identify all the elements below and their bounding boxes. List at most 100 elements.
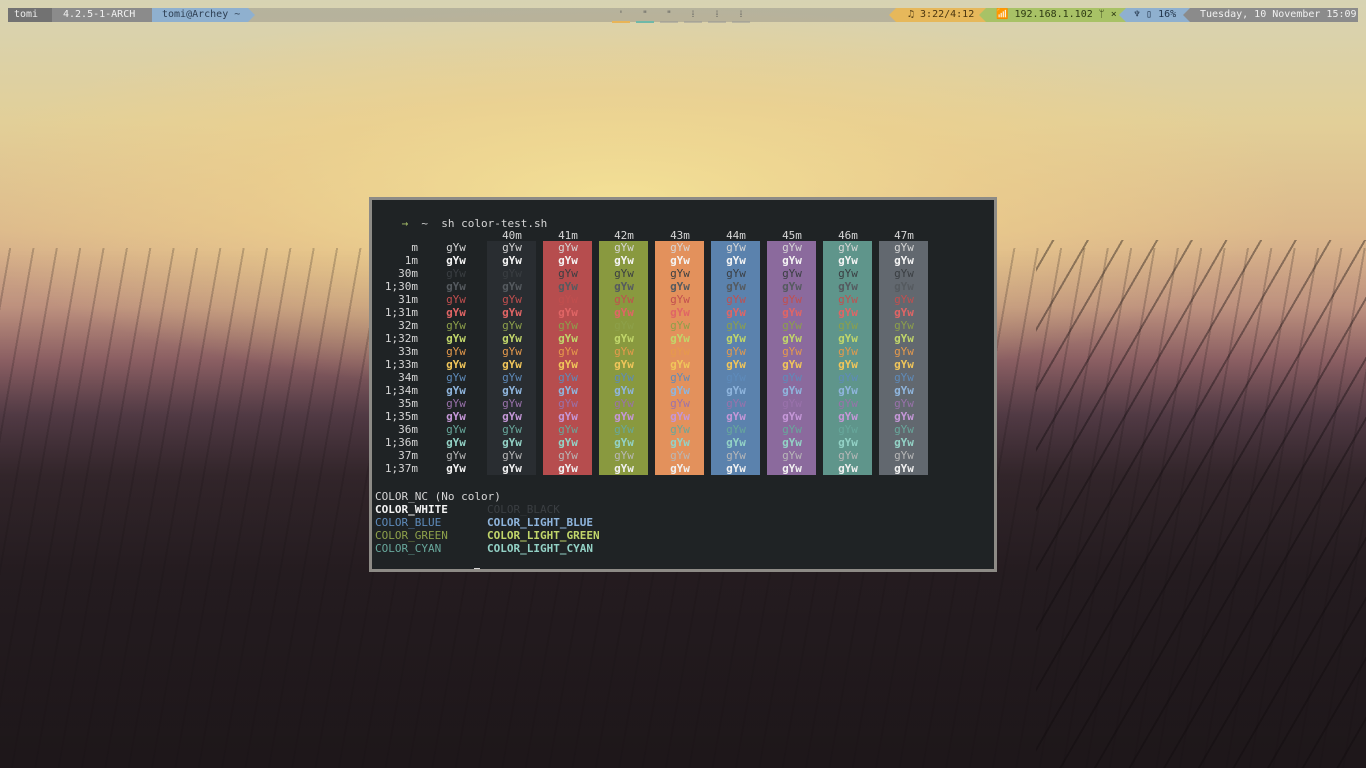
color-sample: gYw bbox=[614, 410, 634, 423]
color-sample: gYw bbox=[838, 410, 858, 423]
color-sample: gYw bbox=[446, 423, 466, 436]
color-sample: gYw bbox=[838, 332, 858, 345]
color-sample: gYw bbox=[446, 384, 466, 397]
color-sample: gYw bbox=[558, 345, 578, 358]
color-sample: gYw bbox=[558, 410, 578, 423]
color-sample: gYw bbox=[670, 449, 690, 462]
kernel-segment: 4.2.5-1-ARCH bbox=[52, 8, 159, 22]
color-sample: gYw bbox=[446, 436, 466, 449]
fg-row-label: 1;33m bbox=[384, 358, 418, 371]
terminal-window[interactable]: → ~ sh color-test.sh 40m 41m 42m 43m 44m 45m 4… bbox=[369, 197, 997, 572]
color-sample: gYw bbox=[614, 293, 634, 306]
color-sample: gYw bbox=[502, 241, 522, 254]
color-sample: gYw bbox=[670, 410, 690, 423]
color-sample: gYw bbox=[782, 371, 802, 384]
color-sample: gYw bbox=[894, 267, 914, 280]
prompt-arrow-icon: → bbox=[402, 568, 409, 569]
color-sample: gYw bbox=[446, 345, 466, 358]
workspace-3[interactable]: " bbox=[660, 10, 678, 24]
color-sample: gYw bbox=[446, 462, 466, 475]
color-sample: gYw bbox=[614, 280, 634, 293]
color-sample: gYw bbox=[838, 371, 858, 384]
legend-nc: COLOR_NC (No color) bbox=[375, 490, 501, 503]
legend-black: COLOR_BLACK bbox=[487, 503, 560, 516]
color-sample: gYw bbox=[446, 410, 466, 423]
color-sample: gYw bbox=[502, 358, 522, 371]
fg-row-label: 35m bbox=[398, 397, 418, 410]
color-sample: gYw bbox=[558, 462, 578, 475]
color-sample: gYw bbox=[670, 254, 690, 267]
color-sample: gYw bbox=[558, 436, 578, 449]
color-sample: gYw bbox=[502, 319, 522, 332]
color-sample: gYw bbox=[782, 449, 802, 462]
battery-segment: ♆ ▯ 16% bbox=[1119, 8, 1190, 22]
color-sample: gYw bbox=[558, 397, 578, 410]
legend-cyan: COLOR_CYAN bbox=[375, 542, 442, 555]
color-sample: gYw bbox=[558, 371, 578, 384]
color-sample: gYw bbox=[558, 319, 578, 332]
prompt-cwd: ~ bbox=[421, 217, 428, 230]
prompt-arrow-icon: → bbox=[401, 217, 409, 230]
workspace-6[interactable]: ⁞ bbox=[732, 10, 750, 24]
color-sample: gYw bbox=[502, 332, 522, 345]
color-sample: gYw bbox=[670, 371, 690, 384]
color-sample: gYw bbox=[502, 254, 522, 267]
color-sample: gYw bbox=[838, 280, 858, 293]
color-sample: gYw bbox=[838, 345, 858, 358]
workspace-4[interactable]: ⁞ bbox=[684, 10, 702, 24]
color-sample: gYw bbox=[446, 371, 466, 384]
color-sample: gYw bbox=[782, 462, 802, 475]
color-sample: gYw bbox=[894, 319, 914, 332]
color-sample: gYw bbox=[726, 384, 746, 397]
color-sample: gYw bbox=[502, 345, 522, 358]
status-bar: tomi 4.2.5-1-ARCH tomi@Archey ~ ' " " ⁞ ⁞ ⁞ ♫… bbox=[8, 8, 1358, 24]
color-sample: gYw bbox=[838, 254, 858, 267]
fg-row-label: 36m bbox=[398, 423, 418, 436]
color-sample: gYw bbox=[894, 462, 914, 475]
color-sample: gYw bbox=[894, 306, 914, 319]
user-segment: tomi bbox=[8, 8, 59, 22]
color-sample: gYw bbox=[782, 384, 802, 397]
fg-row-label: 1;32m bbox=[384, 332, 418, 345]
color-sample: gYw bbox=[726, 410, 746, 423]
color-sample: gYw bbox=[558, 332, 578, 345]
color-sample: gYw bbox=[782, 358, 802, 371]
color-sample: gYw bbox=[558, 254, 578, 267]
color-sample: gYw bbox=[782, 410, 802, 423]
host-segment: tomi@Archey ~ bbox=[152, 8, 255, 22]
text-cursor bbox=[474, 568, 481, 569]
color-sample: gYw bbox=[726, 293, 746, 306]
color-sample: gYw bbox=[726, 241, 746, 254]
color-sample: gYw bbox=[446, 332, 466, 345]
workspace-2[interactable]: " bbox=[636, 10, 654, 24]
color-sample: gYw bbox=[446, 397, 466, 410]
color-sample: gYw bbox=[502, 384, 522, 397]
fg-row-label: m bbox=[411, 241, 418, 254]
color-sample: gYw bbox=[894, 371, 914, 384]
color-sample: gYw bbox=[782, 319, 802, 332]
fg-row-label: 31m bbox=[398, 293, 418, 306]
legend-light-cyan: COLOR_LIGHT_CYAN bbox=[487, 542, 593, 555]
workspace-5[interactable]: ⁞ bbox=[708, 10, 726, 24]
music-segment[interactable]: ♫ 3:22/4:12 bbox=[889, 8, 986, 22]
color-sample: gYw bbox=[782, 332, 802, 345]
fg-row-label: 37m bbox=[398, 449, 418, 462]
fg-row-label: 33m bbox=[398, 345, 418, 358]
color-sample: gYw bbox=[726, 436, 746, 449]
fg-row-label: 1;36m bbox=[384, 436, 418, 449]
color-sample: gYw bbox=[670, 267, 690, 280]
workspace-1[interactable]: ' bbox=[612, 10, 630, 24]
prompt-line-2[interactable]: → ~ scrot bbox=[375, 555, 481, 569]
color-sample: gYw bbox=[894, 358, 914, 371]
color-sample: gYw bbox=[502, 462, 522, 475]
color-sample: gYw bbox=[502, 423, 522, 436]
network-segment: 📶 192.168.1.102 ᛘ × bbox=[979, 8, 1126, 22]
color-sample: gYw bbox=[782, 423, 802, 436]
wallpaper-grass-right bbox=[1036, 240, 1366, 768]
color-sample: gYw bbox=[446, 449, 466, 462]
fg-row-label: 1;31m bbox=[384, 306, 418, 319]
color-sample: gYw bbox=[782, 397, 802, 410]
color-sample: gYw bbox=[502, 449, 522, 462]
color-sample: gYw bbox=[782, 254, 802, 267]
fg-row-label: 32m bbox=[398, 319, 418, 332]
